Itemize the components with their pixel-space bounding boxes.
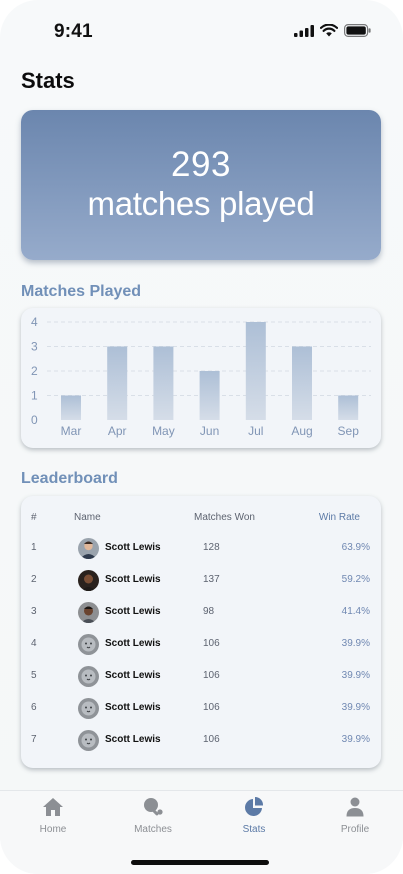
chart-bar-mar <box>61 395 81 420</box>
row-rank: 6 <box>31 702 37 713</box>
status-icons <box>294 24 371 37</box>
table-row[interactable]: 6 Scott Lewis 106 39.9% <box>21 693 381 725</box>
player-name: Scott Lewis <box>105 734 161 745</box>
battery-icon <box>344 24 371 37</box>
chart-y-tick-label: 4 <box>31 315 38 329</box>
table-row[interactable]: 5 Scott Lewis 106 39.9% <box>21 661 381 693</box>
avatar <box>78 666 99 687</box>
chart-y-tick-label: 0 <box>31 413 38 427</box>
player-name: Scott Lewis <box>105 574 161 585</box>
chart-bar-may <box>153 346 174 420</box>
table-row[interactable]: 1 Scott Lewis 128 63.9% <box>21 533 381 565</box>
ping-pong-icon <box>144 798 163 816</box>
chart-x-tick-label: Aug <box>291 424 312 438</box>
wifi-icon <box>320 24 338 37</box>
tab-matches[interactable]: Matches <box>113 797 193 835</box>
player-name: Scott Lewis <box>105 702 161 713</box>
leaderboard-section-title: Leaderboard <box>21 470 118 487</box>
home-indicator <box>131 860 269 865</box>
chart-x-tick-label: Sep <box>338 424 360 438</box>
column-header-win-rate: Win Rate <box>318 512 360 523</box>
status-bar: 9:41 <box>0 0 403 60</box>
matches-won-value: 137 <box>203 574 220 585</box>
row-rank: 5 <box>31 670 37 681</box>
tab-stats[interactable]: Stats <box>214 797 294 835</box>
win-rate-value: 39.9% <box>341 638 370 649</box>
chart-bar-jul <box>245 322 266 420</box>
column-header-matches-won: Matches Won <box>194 512 255 523</box>
chart-y-tick-label: 3 <box>31 340 38 354</box>
win-rate-value: 63.9% <box>341 542 370 553</box>
table-row[interactable]: 4 Scott Lewis 106 39.9% <box>21 629 381 661</box>
tab-home[interactable]: Home <box>13 797 93 835</box>
avatar <box>78 634 99 655</box>
matches-won-value: 106 <box>203 702 220 713</box>
row-rank: 7 <box>31 734 37 745</box>
chart-bar-jun <box>199 371 220 420</box>
matches-won-value: 106 <box>203 670 220 681</box>
chart-x-tick-label: Jun <box>200 424 219 438</box>
pie-chart-icon <box>245 797 264 816</box>
avatar <box>78 538 99 559</box>
matches-won-value: 128 <box>203 542 220 553</box>
tab-label: Profile <box>340 824 370 835</box>
player-name: Scott Lewis <box>105 606 161 617</box>
chart-y-tick-label: 1 <box>31 389 38 403</box>
player-name: Scott Lewis <box>105 670 161 681</box>
player-name: Scott Lewis <box>105 638 161 649</box>
tab-profile[interactable]: Profile <box>315 797 395 835</box>
leaderboard-table: # Name Matches Won Win Rate 1 Scott Lewi… <box>21 496 381 768</box>
table-row[interactable]: 7 Scott Lewis 106 39.9% <box>21 725 381 757</box>
chart-x-tick-label: Jul <box>248 424 263 438</box>
win-rate-value: 39.9% <box>341 702 370 713</box>
avatar <box>78 570 99 591</box>
win-rate-value: 39.9% <box>341 670 370 681</box>
row-rank: 2 <box>31 574 37 585</box>
tab-label: Stats <box>242 824 266 835</box>
matches-won-value: 106 <box>203 734 220 745</box>
chart-section-title: Matches Played <box>21 283 142 300</box>
phone-screen: 9:41 Stats 293 matches played Matches Pl… <box>0 0 403 874</box>
status-time: 9:41 <box>54 21 93 42</box>
table-row[interactable]: 3 Scott Lewis 98 41.4% <box>21 597 381 629</box>
column-header-rank: # <box>31 512 37 523</box>
avatar <box>78 602 99 623</box>
chart-x-tick-label: Apr <box>108 424 127 438</box>
tab-label: Matches <box>134 824 172 835</box>
matches-played-chart: 0 1 2 3 4 Mar Apr May Jun Jul Aug Sep <box>31 315 371 438</box>
win-rate-value: 41.4% <box>341 606 370 617</box>
person-icon <box>346 797 364 817</box>
win-rate-value: 59.2% <box>341 574 370 585</box>
home-icon <box>43 798 63 816</box>
matches-played-label: matches played <box>87 185 315 222</box>
matches-won-value: 98 <box>203 606 215 617</box>
player-name: Scott Lewis <box>105 542 161 553</box>
avatar <box>78 698 99 719</box>
chart-bar-aug <box>292 346 312 420</box>
chart-bar-apr <box>107 346 128 420</box>
page-title: Stats <box>21 68 75 93</box>
column-header-name: Name <box>74 512 101 523</box>
matches-played-summary-card: 293 matches played <box>21 110 381 260</box>
chart-x-tick-label: May <box>152 424 175 438</box>
row-rank: 1 <box>31 542 37 553</box>
win-rate-value: 39.9% <box>341 734 370 745</box>
row-rank: 3 <box>31 606 37 617</box>
matches-played-count: 293 <box>171 145 231 184</box>
row-rank: 4 <box>31 638 37 649</box>
matches-won-value: 106 <box>203 638 220 649</box>
chart-y-tick-label: 2 <box>31 364 38 378</box>
chart-bar-sep <box>338 395 359 420</box>
avatar <box>78 730 99 751</box>
chart-x-tick-label: Mar <box>61 424 82 438</box>
table-row[interactable]: 2 Scott Lewis 137 59.2% <box>21 565 381 597</box>
cellular-signal-icon <box>294 24 314 37</box>
tab-label: Home <box>39 824 67 835</box>
matches-played-chart-card: 0 1 2 3 4 Mar Apr May Jun Jul Aug Sep <box>21 308 381 448</box>
